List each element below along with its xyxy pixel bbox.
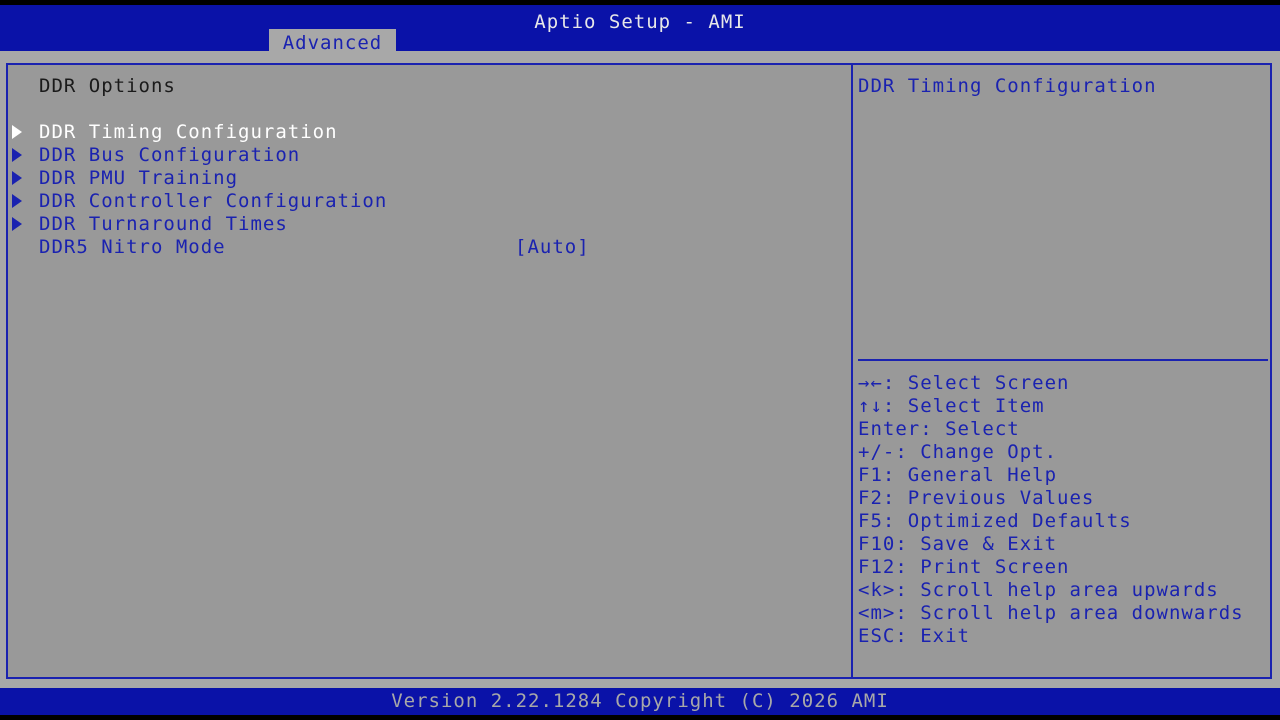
main-frame: DDR Options DDR Timing Configuration DDR… [6,63,1272,679]
submenu-label: DDR PMU Training [39,167,239,189]
submenu-ddr-turnaround-times[interactable]: DDR Turnaround Times [8,213,851,236]
key-hint: ↑↓: Select Item [858,395,1045,417]
version-text: Version 2.22.1284 Copyright (C) 2026 AMI [391,690,889,712]
submenu-label: DDR Bus Configuration [39,144,301,166]
key-hint: <k>: Scroll help area upwards [858,579,1219,601]
key-hint: ESC: Exit [858,625,970,647]
help-pane: DDR Timing Configuration →←: Select Scre… [853,65,1270,677]
submenu-label: DDR Controller Configuration [39,190,388,212]
key-hint: F10: Save & Exit [858,533,1058,555]
help-separator [858,359,1268,361]
option-ddr5-nitro-mode[interactable]: DDR5 Nitro Mode [Auto] [8,236,851,259]
key-hint: →←: Select Screen [858,372,1070,394]
key-hint: F1: General Help [858,464,1058,486]
body-area: DDR Options DDR Timing Configuration DDR… [0,51,1280,688]
bios-screen: Aptio Setup - AMI Advanced DDR Options D… [0,0,1280,720]
submenu-arrow-icon [12,148,22,162]
submenu-ddr-bus-configuration[interactable]: DDR Bus Configuration [8,144,851,167]
submenu-label: DDR Timing Configuration [39,121,338,143]
submenu-label: DDR Turnaround Times [39,213,288,235]
app-title: Aptio Setup - AMI [534,11,746,33]
key-hint: <m>: Scroll help area downwards [858,602,1244,624]
section-title: DDR Options [39,75,176,97]
option-value[interactable]: [Auto] [515,236,590,259]
settings-pane: DDR Options DDR Timing Configuration DDR… [8,65,851,677]
title-bar: Aptio Setup - AMI Advanced [0,5,1280,56]
submenu-arrow-icon [12,194,22,208]
submenu-ddr-pmu-training[interactable]: DDR PMU Training [8,167,851,190]
submenu-arrow-icon [12,171,22,185]
submenu-ddr-timing-configuration[interactable]: DDR Timing Configuration [8,121,851,144]
submenu-arrow-icon [12,217,22,231]
key-hint: +/-: Change Opt. [858,441,1058,463]
help-description: DDR Timing Configuration [858,75,1157,97]
key-hint: F2: Previous Values [858,487,1095,509]
key-hint: Enter: Select [858,418,1020,440]
option-label: DDR5 Nitro Mode [39,236,226,258]
submenu-arrow-icon [12,125,22,139]
submenu-ddr-controller-configuration[interactable]: DDR Controller Configuration [8,190,851,213]
key-hint: F12: Print Screen [858,556,1070,578]
status-bar: Version 2.22.1284 Copyright (C) 2026 AMI [0,688,1280,715]
key-hint: F5: Optimized Defaults [858,510,1132,532]
